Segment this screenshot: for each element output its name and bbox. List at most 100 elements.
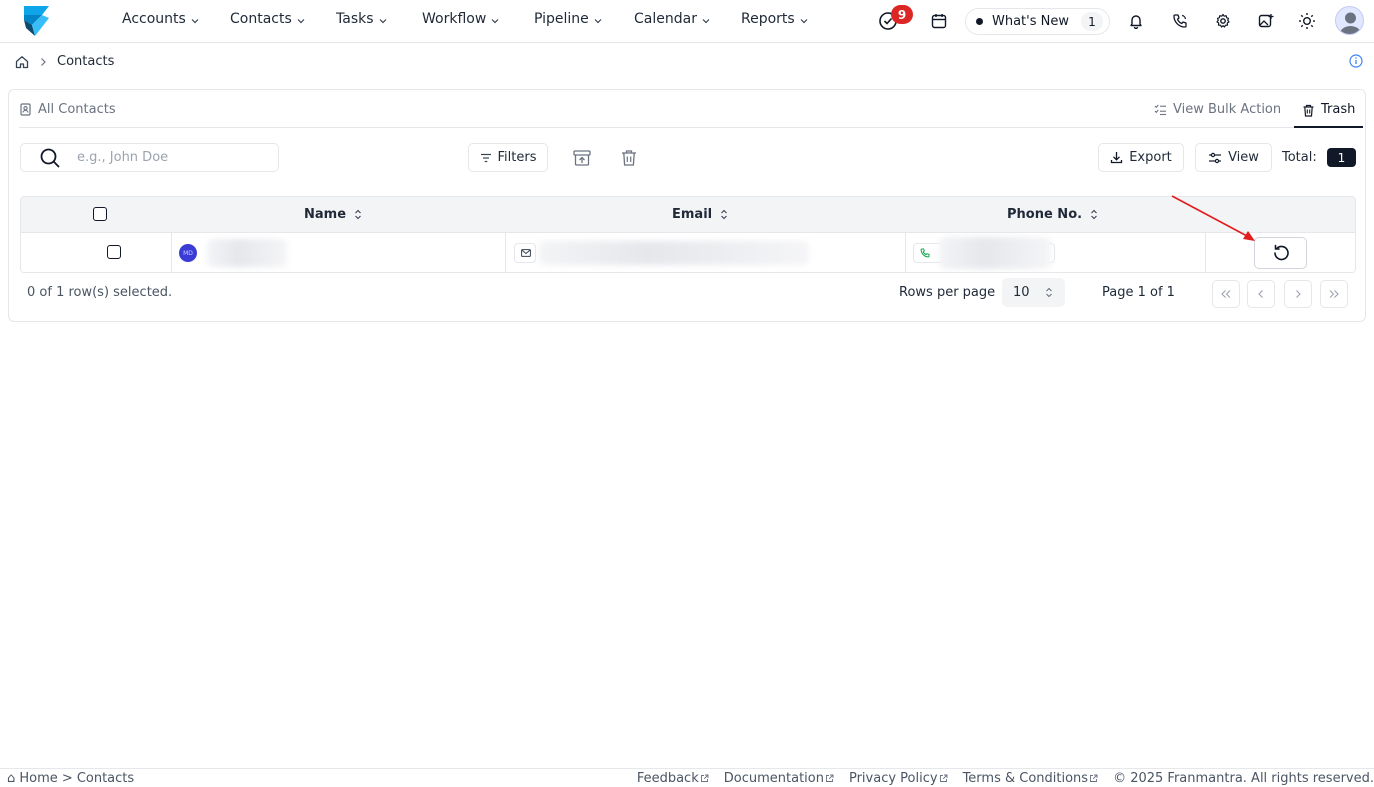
info-icon[interactable]: [1349, 54, 1363, 68]
trash-icon: [622, 150, 636, 166]
contact-book-icon: [20, 103, 31, 116]
nav-contacts[interactable]: Contacts: [230, 11, 306, 27]
theme-toggle-button[interactable]: [1296, 10, 1318, 32]
last-page-button[interactable]: [1320, 280, 1348, 308]
footer-current-page: Contacts: [76, 771, 135, 786]
phone-button[interactable]: [1169, 10, 1191, 32]
chevron-left-icon: [1258, 290, 1263, 298]
view-options-button[interactable]: View: [1195, 143, 1272, 172]
previous-page-button[interactable]: [1247, 280, 1275, 308]
footer-breadcrumb: ⌂ Home > Contacts: [7, 771, 134, 786]
whats-new-label: What's New: [992, 14, 1069, 29]
nav-workflow-label: Workflow: [422, 11, 487, 27]
restore-contact-button[interactable]: [1254, 237, 1307, 269]
tab-trash[interactable]: Trash: [1294, 90, 1364, 128]
footer-home-link[interactable]: ⌂ Home >: [7, 771, 73, 786]
chevrons-right-icon: [1329, 290, 1339, 298]
footer-documentation-label: Documentation: [723, 771, 824, 786]
search-box: [20, 143, 279, 172]
chevron-down-icon: [800, 18, 808, 23]
breadcrumb: Contacts: [15, 54, 114, 69]
table-row[interactable]: MD: [21, 233, 1355, 272]
export-label: Export: [1129, 150, 1172, 165]
calendar-button[interactable]: [928, 10, 950, 32]
dot-icon: [976, 18, 983, 25]
footer-documentation-link[interactable]: Documentation: [724, 771, 834, 786]
top-navbar: Accounts Contacts Tasks Workflow Pipelin…: [0, 0, 1374, 43]
page-footer: ⌂ Home > Contacts Feedback Documentation…: [0, 768, 1374, 787]
trash-icon: [1303, 104, 1314, 117]
tab-all-contacts[interactable]: All Contacts: [19, 102, 116, 117]
nav-tasks[interactable]: Tasks: [336, 11, 388, 27]
chevrons-left-icon: [1221, 290, 1231, 298]
sliders-icon: [1209, 152, 1222, 163]
nav-tasks-label: Tasks: [336, 11, 374, 27]
contact-avatar: MD: [179, 244, 197, 262]
franmantra-logo[interactable]: [22, 4, 52, 37]
settings-button[interactable]: [1212, 10, 1234, 32]
archive-restore-icon: [573, 150, 591, 166]
footer-terms-link[interactable]: Terms & Conditions: [963, 771, 1099, 786]
rotate-ccw-icon: [1273, 244, 1289, 261]
total-count-badge: 1: [1327, 148, 1356, 167]
total-label: Total:: [1282, 150, 1317, 165]
column-header-email-label: Email: [672, 207, 713, 222]
chevron-up-down-icon: [1046, 287, 1052, 298]
whats-new-button[interactable]: What's New 1: [965, 8, 1110, 35]
nav-reports[interactable]: Reports: [741, 11, 809, 27]
email-pill: [514, 243, 536, 263]
row-checkbox[interactable]: [107, 245, 121, 259]
search-input[interactable]: [77, 150, 247, 165]
next-page-button[interactable]: [1284, 280, 1312, 308]
chevron-right-icon: [41, 57, 46, 66]
select-all-checkbox[interactable]: [93, 207, 107, 221]
restore-all-button[interactable]: [572, 148, 592, 168]
external-link-icon: [700, 774, 709, 782]
external-link-icon: [939, 774, 948, 782]
contact-email-redacted: [539, 241, 809, 265]
column-header-phone-label: Phone No.: [1007, 207, 1083, 222]
calendar-icon: [931, 14, 947, 29]
column-divider: [505, 233, 506, 272]
footer-privacy-link[interactable]: Privacy Policy: [849, 771, 948, 786]
view-options-label: View: [1228, 150, 1259, 165]
column-header-email[interactable]: Email: [672, 207, 728, 222]
notifications-button[interactable]: [1125, 10, 1147, 32]
image-plus-icon: [1258, 14, 1274, 28]
contact-name-redacted: [207, 239, 287, 267]
first-page-button[interactable]: [1212, 280, 1240, 308]
filters-button[interactable]: Filters: [468, 143, 548, 172]
external-link-icon: [1090, 774, 1098, 782]
list-check-icon: [1154, 104, 1166, 116]
column-divider: [1205, 233, 1206, 272]
rows-per-page-value: 10: [1013, 285, 1030, 300]
user-avatar[interactable]: [1335, 6, 1364, 35]
home-icon[interactable]: [15, 55, 29, 69]
nav-pipeline[interactable]: Pipeline: [534, 11, 603, 27]
nav-workflow[interactable]: Workflow: [422, 11, 500, 27]
tab-all-contacts-label: All Contacts: [38, 102, 116, 117]
sort-icon: [355, 209, 361, 220]
column-header-name[interactable]: Name: [304, 207, 362, 222]
nav-contacts-label: Contacts: [230, 11, 292, 27]
tab-view-bulk-action[interactable]: View Bulk Action: [1154, 102, 1281, 117]
chevron-down-icon: [379, 18, 386, 23]
nav-calendar[interactable]: Calendar: [634, 11, 711, 27]
column-divider: [905, 233, 906, 272]
column-header-phone[interactable]: Phone No.: [1007, 207, 1098, 222]
breadcrumb-current: Contacts: [57, 54, 115, 69]
image-upload-button[interactable]: [1255, 10, 1277, 32]
nav-calendar-label: Calendar: [634, 11, 697, 27]
tab-trash-label: Trash: [1321, 102, 1356, 117]
nav-accounts[interactable]: Accounts: [122, 11, 200, 27]
chevron-right-icon: [1296, 290, 1301, 298]
chevron-down-icon: [594, 18, 602, 23]
footer-feedback-link[interactable]: Feedback: [637, 771, 709, 786]
delete-all-button[interactable]: [619, 148, 639, 168]
contacts-tabbar: All Contacts View Bulk Action Trash: [19, 90, 1364, 128]
contacts-card: All Contacts View Bulk Action Trash Filt…: [8, 89, 1366, 322]
phone-call-icon: [1173, 14, 1187, 28]
rows-per-page-select[interactable]: 10: [1002, 278, 1065, 307]
column-divider: [171, 233, 172, 272]
export-button[interactable]: Export: [1098, 143, 1184, 172]
